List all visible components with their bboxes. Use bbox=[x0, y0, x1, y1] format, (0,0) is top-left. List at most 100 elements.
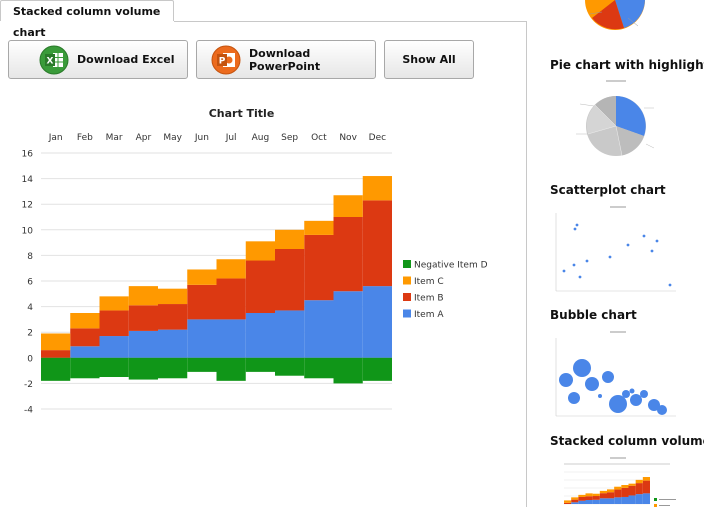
sidebar-item-stacked-column-title[interactable]: Stacked column volume chart bbox=[550, 434, 704, 448]
bar-item-c bbox=[245, 241, 275, 261]
mini-bar bbox=[614, 497, 622, 504]
sidebar-thumb-bubble[interactable] bbox=[550, 328, 678, 420]
legend-swatch bbox=[403, 293, 411, 301]
sidebar-item-pie-chart-title[interactable]: Pie chart with highlight bbox=[550, 58, 704, 72]
mini-bar bbox=[621, 485, 629, 488]
show-all-label: Show All bbox=[402, 53, 456, 66]
powerpoint-icon: P bbox=[211, 45, 241, 74]
download-excel-button[interactable]: X Download Excel bbox=[8, 40, 188, 79]
mini-bar bbox=[599, 490, 607, 494]
mini-bar bbox=[599, 498, 607, 504]
sidebar-thumb-stacked-column[interactable] bbox=[550, 454, 684, 507]
bar-item-b bbox=[158, 304, 188, 330]
x-tick-label: Jun bbox=[194, 133, 209, 143]
y-tick-label: 16 bbox=[22, 150, 34, 160]
bar-item-c bbox=[99, 296, 129, 311]
bar-item-c bbox=[187, 269, 217, 285]
bar-item-a bbox=[216, 319, 246, 358]
mini-bar bbox=[592, 496, 600, 500]
sidebar: Pie chart with highlight Scatterplot cha… bbox=[530, 0, 704, 507]
bar-item-a bbox=[70, 346, 100, 358]
bar-item-b bbox=[304, 234, 334, 301]
bar-item-c bbox=[41, 333, 71, 351]
sidebar-thumb-scatterplot[interactable] bbox=[550, 203, 678, 295]
mini-bar bbox=[621, 487, 629, 497]
x-tick-label: Aug bbox=[252, 133, 270, 143]
x-tick-label: May bbox=[163, 133, 182, 143]
mini-bar bbox=[585, 500, 593, 504]
excel-icon: X bbox=[39, 45, 69, 74]
x-tick-label: Sep bbox=[281, 133, 298, 143]
sidebar-item-bubble-chart-title[interactable]: Bubble chart bbox=[550, 308, 637, 322]
bar-negative-item-d bbox=[70, 357, 100, 379]
mini-bar bbox=[578, 494, 586, 497]
bar-item-c bbox=[128, 286, 158, 306]
svg-text:P: P bbox=[219, 56, 226, 66]
bar-item-a bbox=[99, 336, 129, 358]
legend-swatch bbox=[403, 260, 411, 268]
bar-negative-item-d bbox=[275, 357, 305, 376]
mini-bar bbox=[592, 493, 600, 497]
bar-item-c bbox=[216, 259, 246, 279]
y-tick-label: 12 bbox=[22, 201, 33, 211]
y-tick-label: -4 bbox=[24, 406, 33, 416]
bar-item-b bbox=[70, 328, 100, 347]
mini-bar bbox=[571, 502, 579, 504]
show-all-button[interactable]: Show All bbox=[384, 40, 474, 79]
x-tick-label: Jul bbox=[225, 133, 237, 143]
mini-bar bbox=[592, 499, 600, 504]
bar-item-c bbox=[158, 288, 188, 305]
sidebar-item-scatterplot-title[interactable]: Scatterplot chart bbox=[550, 183, 666, 197]
legend-label: Negative Item D bbox=[414, 261, 488, 271]
mini-bar bbox=[607, 492, 615, 499]
bar-negative-item-d bbox=[99, 357, 129, 377]
bar-item-c bbox=[304, 220, 334, 235]
y-tick-label: 10 bbox=[22, 226, 34, 236]
bar-item-a bbox=[128, 330, 158, 358]
mini-bar bbox=[635, 479, 643, 484]
mini-bar bbox=[578, 496, 586, 501]
bar-item-b bbox=[99, 310, 129, 337]
bar-item-b bbox=[333, 217, 363, 292]
download-powerpoint-button[interactable]: P Download PowerPoint bbox=[196, 40, 376, 79]
bar-item-a bbox=[158, 329, 188, 358]
bar-item-a bbox=[333, 291, 363, 358]
tab-stacked-column-volume-chart[interactable]: Stacked column volume chart bbox=[0, 0, 174, 39]
tab-bar: Stacked column volume chart bbox=[0, 0, 527, 39]
bar-negative-item-d bbox=[362, 357, 392, 381]
bar-item-a bbox=[275, 310, 305, 358]
download-excel-label: Download Excel bbox=[77, 53, 175, 66]
mini-bar bbox=[571, 499, 579, 503]
mini-bar bbox=[564, 500, 572, 503]
y-tick-label: -2 bbox=[24, 380, 33, 390]
bar-negative-item-d bbox=[304, 357, 334, 379]
bar-item-c bbox=[333, 195, 363, 217]
y-tick-label: 6 bbox=[27, 278, 33, 288]
bar-negative-item-d bbox=[41, 357, 71, 381]
bar-item-b bbox=[41, 350, 71, 358]
x-tick-label: Mar bbox=[106, 133, 123, 143]
bar-item-c bbox=[70, 313, 100, 329]
sidebar-thumb-pie-top[interactable] bbox=[580, 0, 650, 34]
stacked-column-chart: Chart Title -4 -2 0 2 4 6 8 10 12 14 16 Jan Feb Mar Apr… bbox=[22, 107, 488, 416]
x-tick-label: Nov bbox=[339, 133, 357, 143]
bar-item-c bbox=[275, 229, 305, 249]
legend-swatch bbox=[403, 276, 411, 285]
bar-negative-item-d bbox=[245, 357, 275, 372]
mini-bar bbox=[642, 480, 650, 494]
x-tick-label: Oct bbox=[311, 133, 327, 143]
bar-item-b bbox=[245, 260, 275, 313]
mini-bar bbox=[614, 486, 622, 490]
mini-bar bbox=[628, 485, 636, 496]
bar-negative-item-d bbox=[158, 357, 188, 379]
mini-bar bbox=[628, 495, 636, 504]
bar-item-a bbox=[245, 313, 275, 358]
sidebar-thumb-pie-highlight[interactable] bbox=[550, 78, 674, 166]
legend-swatch bbox=[403, 309, 411, 318]
mini-bar bbox=[635, 494, 643, 504]
chart-title: Chart Title bbox=[209, 107, 275, 120]
bar-item-b bbox=[362, 200, 392, 287]
mini-bar bbox=[642, 477, 650, 481]
mini-bar bbox=[635, 483, 643, 495]
bar-item-b bbox=[187, 284, 217, 320]
